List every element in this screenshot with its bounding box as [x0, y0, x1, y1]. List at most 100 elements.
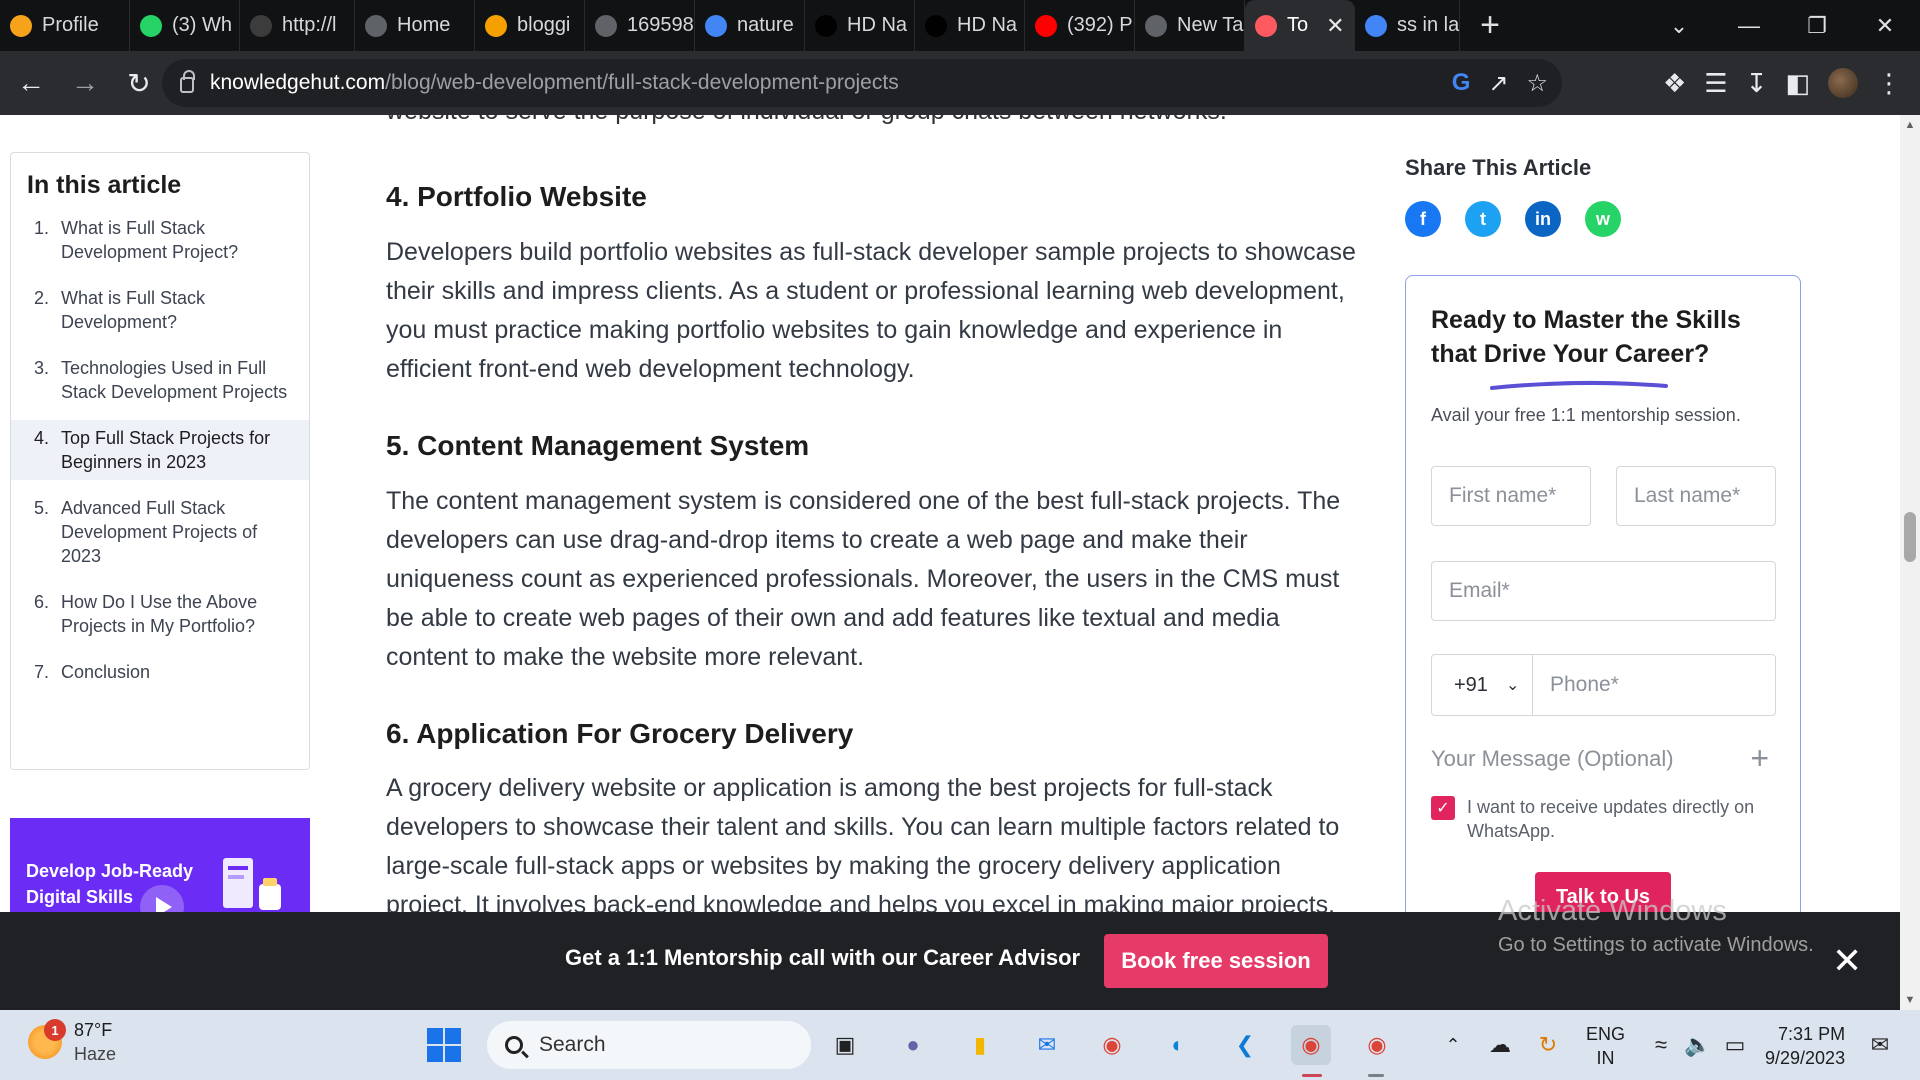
close-window-button[interactable]: ✕ [1850, 0, 1920, 51]
scroll-down-icon[interactable]: ▼ [1900, 990, 1920, 1010]
tiktok-icon [925, 14, 947, 37]
last-name-field[interactable] [1616, 466, 1776, 526]
section-body-grocery: A grocery delivery website or applicatio… [386, 774, 1340, 919]
toc-item[interactable]: 5. Advanced Full Stack Development Projec… [11, 490, 309, 574]
language-indicator[interactable]: ENG IN [1586, 1022, 1625, 1070]
toc-item-number: 4. [33, 428, 49, 448]
weather-widget[interactable]: 1 87°F Haze [28, 1018, 116, 1066]
battery-icon[interactable]: ▭ [1715, 1025, 1755, 1065]
scrollbar-thumb[interactable] [1904, 512, 1916, 562]
whatsapp-icon[interactable]: w [1585, 201, 1621, 237]
tab-6[interactable]: 169598 [585, 0, 695, 51]
extensions-icon[interactable]: ❖ [1663, 68, 1686, 99]
windows-start-icon[interactable] [424, 1025, 464, 1065]
tab-12[interactable]: To ✕ [1245, 0, 1355, 51]
whatsapp-checkbox[interactable]: ✓ [1431, 796, 1455, 820]
toc-item-number: 6. [33, 592, 49, 612]
tray-overflow-chevron-icon[interactable]: ⌃ [1433, 1025, 1473, 1065]
tab-8[interactable]: HD Na [805, 0, 915, 51]
globe-icon [365, 14, 387, 37]
chrome-icon[interactable]: ◉ [1092, 1025, 1132, 1065]
wifi-icon[interactable]: ≈ [1641, 1025, 1681, 1065]
forward-button[interactable]: → [62, 60, 108, 106]
google-lens-icon[interactable]: G [1452, 69, 1471, 97]
close-tab-icon[interactable]: ✕ [1326, 13, 1344, 39]
form-subtitle: Avail your free 1:1 mentorship session. [1431, 405, 1741, 425]
promo-banner[interactable]: Develop Job-Ready Digital Skills [10, 818, 310, 918]
promo-line-1: Develop Job-Ready [26, 861, 194, 881]
restore-button[interactable]: ❐ [1782, 0, 1852, 51]
mail-icon[interactable]: ✉ [1027, 1025, 1067, 1065]
download-icon[interactable]: ↧ [1746, 68, 1768, 99]
toc-title: In this article [27, 171, 182, 199]
section-body-portfolio: Developers build portfolio websites as f… [386, 238, 1356, 383]
edge-icon[interactable]: ◐ [1158, 1025, 1198, 1065]
scroll-up-icon[interactable]: ▲ [1900, 115, 1920, 135]
media-control-icon[interactable]: ☰ [1704, 68, 1727, 99]
browser-toolbar: ← → ↻ knowledgehut.com/blog/web-developm… [0, 51, 1920, 115]
email-field[interactable] [1431, 561, 1776, 621]
toc-item[interactable]: 4. Top Full Stack Projects for Beginners … [11, 420, 309, 480]
onedrive-cloud-icon[interactable]: ☁ [1480, 1025, 1520, 1065]
tab-1[interactable]: Profile [0, 0, 130, 51]
youtube-icon [1035, 14, 1057, 37]
table-of-contents: In this article 1. What is Full Stack Dev… [10, 152, 310, 770]
plus-icon[interactable]: + [1750, 740, 1769, 777]
toc-item[interactable]: 7. Conclusion [11, 654, 309, 690]
task-view-icon[interactable]: ▣ [825, 1025, 865, 1065]
region-code: IN [1596, 1048, 1615, 1068]
tab-search-icon[interactable]: ⌄ [1644, 0, 1714, 51]
reload-button[interactable]: ↻ [116, 60, 162, 106]
chrome-profile-icon[interactable]: ◉ [1291, 1025, 1331, 1065]
back-button[interactable]: ← [8, 60, 54, 106]
toc-item-label: Top Full Stack Projects for Beginners in… [61, 428, 271, 472]
tab-7[interactable]: nature [695, 0, 805, 51]
banner-close-icon[interactable]: ✕ [1832, 940, 1862, 982]
volume-icon[interactable]: 🔈 [1678, 1025, 1718, 1065]
side-panel-icon[interactable]: ◧ [1785, 68, 1810, 99]
menu-icon[interactable]: ⋮ [1876, 68, 1902, 99]
minimize-button[interactable]: — [1714, 0, 1784, 51]
share-icon[interactable]: ↗ [1488, 69, 1508, 98]
toc-item[interactable]: 1. What is Full Stack Development Project… [11, 210, 309, 270]
toc-item[interactable]: 2. What is Full Stack Development? [11, 280, 309, 340]
weather-temp: 87°F [74, 1020, 113, 1040]
teams-chat-icon[interactable]: ● [893, 1025, 933, 1065]
tab-2[interactable]: (3) Wh [130, 0, 240, 51]
tab-13[interactable]: ss in la [1355, 0, 1460, 51]
toc-item-label: Conclusion [61, 662, 151, 682]
system-clock[interactable]: 7:31 PM 9/29/2023 [1765, 1022, 1845, 1070]
google-icon [705, 14, 727, 37]
new-tab-button[interactable]: + [1460, 0, 1520, 51]
vscode-icon[interactable]: ❮ [1225, 1025, 1265, 1065]
toc-item[interactable]: 3. Technologies Used in Full Stack Develo… [11, 350, 309, 410]
address-bar[interactable]: knowledgehut.com/blog/web-development/fu… [162, 59, 1562, 107]
tab-4[interactable]: Home [355, 0, 475, 51]
country-code-select[interactable]: +91 ⌄ [1431, 654, 1532, 716]
book-free-session-button[interactable]: Book free session [1104, 934, 1328, 988]
active-app-indicator [1302, 1074, 1322, 1077]
country-code-value: +91 [1454, 673, 1488, 696]
notification-icon[interactable]: ✉ [1860, 1025, 1900, 1065]
twitter-icon[interactable]: t [1465, 201, 1501, 237]
chrome-alt-icon[interactable]: ◉ [1357, 1025, 1397, 1065]
linkedin-icon[interactable]: in [1525, 201, 1561, 237]
tab-11[interactable]: New Ta [1135, 0, 1245, 51]
tab-10[interactable]: (392) P [1025, 0, 1135, 51]
facebook-icon[interactable]: f [1405, 201, 1441, 237]
tab-9[interactable]: HD Na [915, 0, 1025, 51]
language-code: ENG [1586, 1024, 1626, 1044]
toc-item[interactable]: 6. How Do I Use the Above Projects in My … [11, 584, 309, 644]
chrome-icon [1145, 14, 1167, 37]
message-toggle[interactable]: Your Message (Optional) + [1431, 740, 1769, 776]
tab-5[interactable]: bloggi [475, 0, 585, 51]
profile-avatar[interactable] [1828, 68, 1858, 98]
taskbar-search[interactable]: Search [487, 1021, 811, 1069]
bookmark-star-icon[interactable]: ☆ [1526, 69, 1548, 98]
phone-field[interactable] [1532, 654, 1776, 716]
file-explorer-icon[interactable]: ▮ [960, 1025, 1000, 1065]
first-name-field[interactable] [1431, 466, 1591, 526]
page-scrollbar[interactable]: ▲ ▼ [1900, 115, 1920, 1010]
sync-icon[interactable]: ↻ [1528, 1025, 1568, 1065]
tab-3[interactable]: http://l [240, 0, 355, 51]
